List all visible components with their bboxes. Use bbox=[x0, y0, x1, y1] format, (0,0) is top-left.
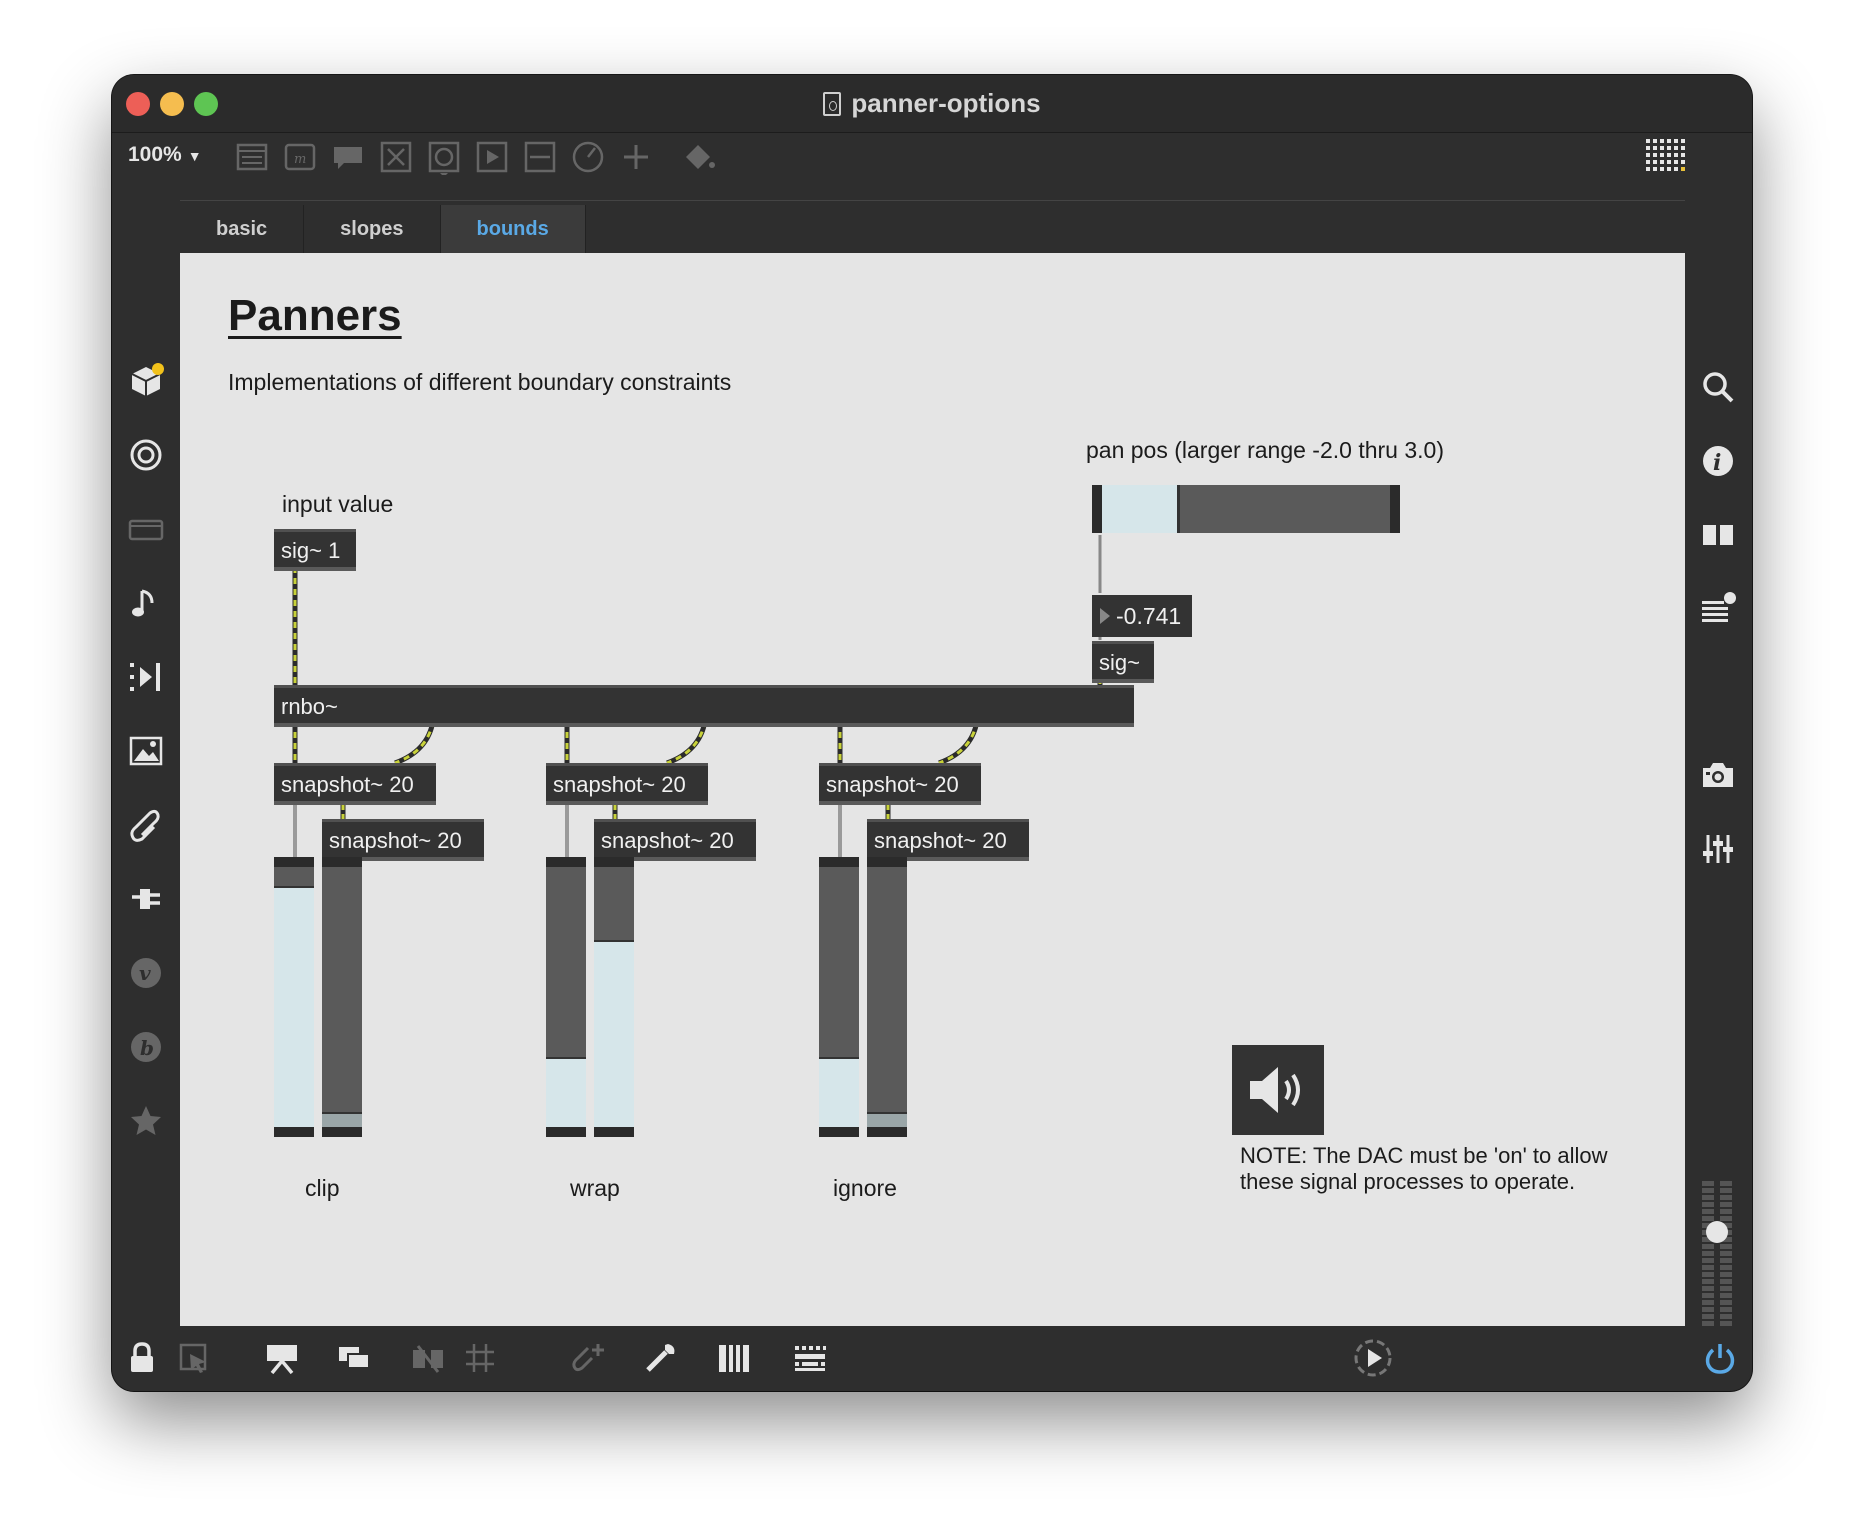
star-icon[interactable] bbox=[126, 1101, 166, 1141]
console-list-icon[interactable] bbox=[1698, 589, 1738, 629]
slider-icon[interactable] bbox=[522, 139, 558, 175]
volume-knob[interactable] bbox=[1706, 1221, 1728, 1243]
svg-text:m: m bbox=[294, 152, 306, 167]
snapshot-ignore-right[interactable]: snapshot~ 20 bbox=[867, 819, 1029, 861]
snapshot-clip-right[interactable]: snapshot~ 20 bbox=[322, 819, 484, 861]
keyboard-icon[interactable] bbox=[792, 1340, 828, 1376]
comment-icon[interactable] bbox=[330, 139, 366, 175]
speaker-icon bbox=[1250, 1067, 1300, 1113]
pan-value: -0.741 bbox=[1116, 603, 1182, 629]
music-note-icon[interactable] bbox=[126, 583, 166, 623]
snapshot-clip-left[interactable]: snapshot~ 20 bbox=[274, 763, 436, 805]
add-icon[interactable] bbox=[618, 139, 654, 175]
plug-icon[interactable] bbox=[126, 879, 166, 919]
toolbar-divider bbox=[180, 200, 1685, 201]
grid-mode-icon[interactable] bbox=[1644, 137, 1686, 179]
left-sidebar: v b bbox=[112, 253, 180, 1326]
wrap-label: wrap bbox=[570, 1175, 620, 1201]
patcher-canvas[interactable]: Panners Implementations of different bou… bbox=[180, 253, 1685, 1326]
new-object-icon[interactable] bbox=[234, 139, 270, 175]
svg-text:b: b bbox=[140, 1036, 154, 1060]
right-sidebar: i bbox=[1684, 253, 1752, 1366]
patcher-tabs: basic slopes bounds bbox=[180, 205, 586, 253]
transport-play-icon[interactable] bbox=[1352, 1337, 1394, 1379]
title-bar: panner-options bbox=[112, 75, 1752, 133]
vimeo-icon[interactable]: v bbox=[126, 953, 166, 993]
pan-pos-label: pan pos (larger range -2.0 thru 3.0) bbox=[1086, 437, 1444, 463]
input-value-label: input value bbox=[282, 491, 394, 517]
snapshot-ignore-left[interactable]: snapshot~ 20 bbox=[819, 763, 981, 805]
dac-note: NOTE: The DAC must be 'on' to allow thes… bbox=[1240, 1143, 1608, 1194]
message-icon[interactable]: m bbox=[282, 139, 318, 175]
pan-slider-knob[interactable] bbox=[1176, 485, 1180, 533]
camera-icon[interactable] bbox=[1698, 755, 1738, 795]
beap-icon[interactable]: b bbox=[126, 1027, 166, 1067]
wrap-right-slider[interactable] bbox=[594, 857, 634, 1137]
paint-bucket-icon[interactable] bbox=[680, 139, 716, 175]
sig-object[interactable]: sig~ bbox=[1092, 641, 1154, 683]
search-icon[interactable] bbox=[1698, 367, 1738, 407]
sig-1-object[interactable]: sig~ 1 bbox=[274, 529, 356, 571]
dsp-power-icon[interactable] bbox=[1702, 1340, 1738, 1376]
piano-icon[interactable] bbox=[716, 1340, 752, 1376]
pan-number-box[interactable]: -0.741 bbox=[1092, 595, 1192, 637]
select-cursor-icon[interactable] bbox=[176, 1340, 212, 1376]
pan-pos-slider[interactable] bbox=[1092, 485, 1400, 533]
rnbo-object[interactable]: rnbo~ bbox=[274, 685, 1134, 727]
tab-bounds[interactable]: bounds bbox=[440, 205, 586, 253]
wrap-left-slider[interactable] bbox=[546, 857, 586, 1137]
chevron-down-icon: ▼ bbox=[187, 148, 202, 164]
zoom-level: 100% bbox=[128, 143, 182, 166]
ignore-label: ignore bbox=[833, 1175, 897, 1201]
ignore-right-slider[interactable] bbox=[867, 857, 907, 1137]
svg-text:i: i bbox=[1713, 450, 1721, 476]
package-icon[interactable] bbox=[126, 361, 166, 401]
windows-icon[interactable] bbox=[336, 1340, 372, 1376]
ignore-left-slider[interactable] bbox=[819, 857, 859, 1137]
clip-label: clip bbox=[305, 1175, 340, 1201]
ezdac-speaker-button[interactable] bbox=[1232, 1045, 1324, 1135]
bottom-toolbar bbox=[112, 1326, 1752, 1391]
mixer-icon[interactable] bbox=[1698, 829, 1738, 869]
window-title: panner-options bbox=[851, 88, 1041, 118]
wrench-icon[interactable] bbox=[642, 1340, 678, 1376]
presentation-icon[interactable] bbox=[126, 509, 166, 549]
target-icon[interactable] bbox=[126, 435, 166, 475]
snapshot-wrap-right[interactable]: snapshot~ 20 bbox=[594, 819, 756, 861]
clip-right-slider[interactable] bbox=[322, 857, 362, 1137]
zoom-menu[interactable]: 100% ▼ bbox=[128, 143, 202, 167]
hide-cords-icon[interactable] bbox=[410, 1340, 446, 1376]
book-icon[interactable] bbox=[1698, 515, 1738, 555]
player-icon[interactable] bbox=[474, 139, 510, 175]
info-icon[interactable]: i bbox=[1698, 441, 1738, 481]
toggle-icon[interactable] bbox=[426, 139, 462, 177]
dial-icon[interactable] bbox=[570, 139, 606, 175]
button-icon[interactable] bbox=[378, 139, 414, 175]
image-icon[interactable] bbox=[126, 731, 166, 771]
add-attachment-icon[interactable] bbox=[570, 1340, 606, 1376]
pan-slider-fill bbox=[1102, 485, 1177, 533]
lock-icon[interactable] bbox=[124, 1340, 160, 1376]
tab-basic[interactable]: basic bbox=[180, 205, 305, 253]
presentation-mode-icon[interactable] bbox=[264, 1340, 300, 1376]
clip-left-slider[interactable] bbox=[274, 857, 314, 1137]
svg-text:v: v bbox=[139, 961, 151, 985]
patcher-window: panner-options 100% ▼ m basic slopes bou… bbox=[112, 75, 1752, 1391]
grid-icon[interactable] bbox=[462, 1340, 498, 1376]
document-icon bbox=[823, 91, 842, 116]
snapshot-wrap-left[interactable]: snapshot~ 20 bbox=[546, 763, 708, 805]
tab-slopes[interactable]: slopes bbox=[304, 205, 441, 253]
paperclip-icon[interactable] bbox=[126, 805, 166, 845]
sequence-icon[interactable] bbox=[126, 657, 166, 697]
